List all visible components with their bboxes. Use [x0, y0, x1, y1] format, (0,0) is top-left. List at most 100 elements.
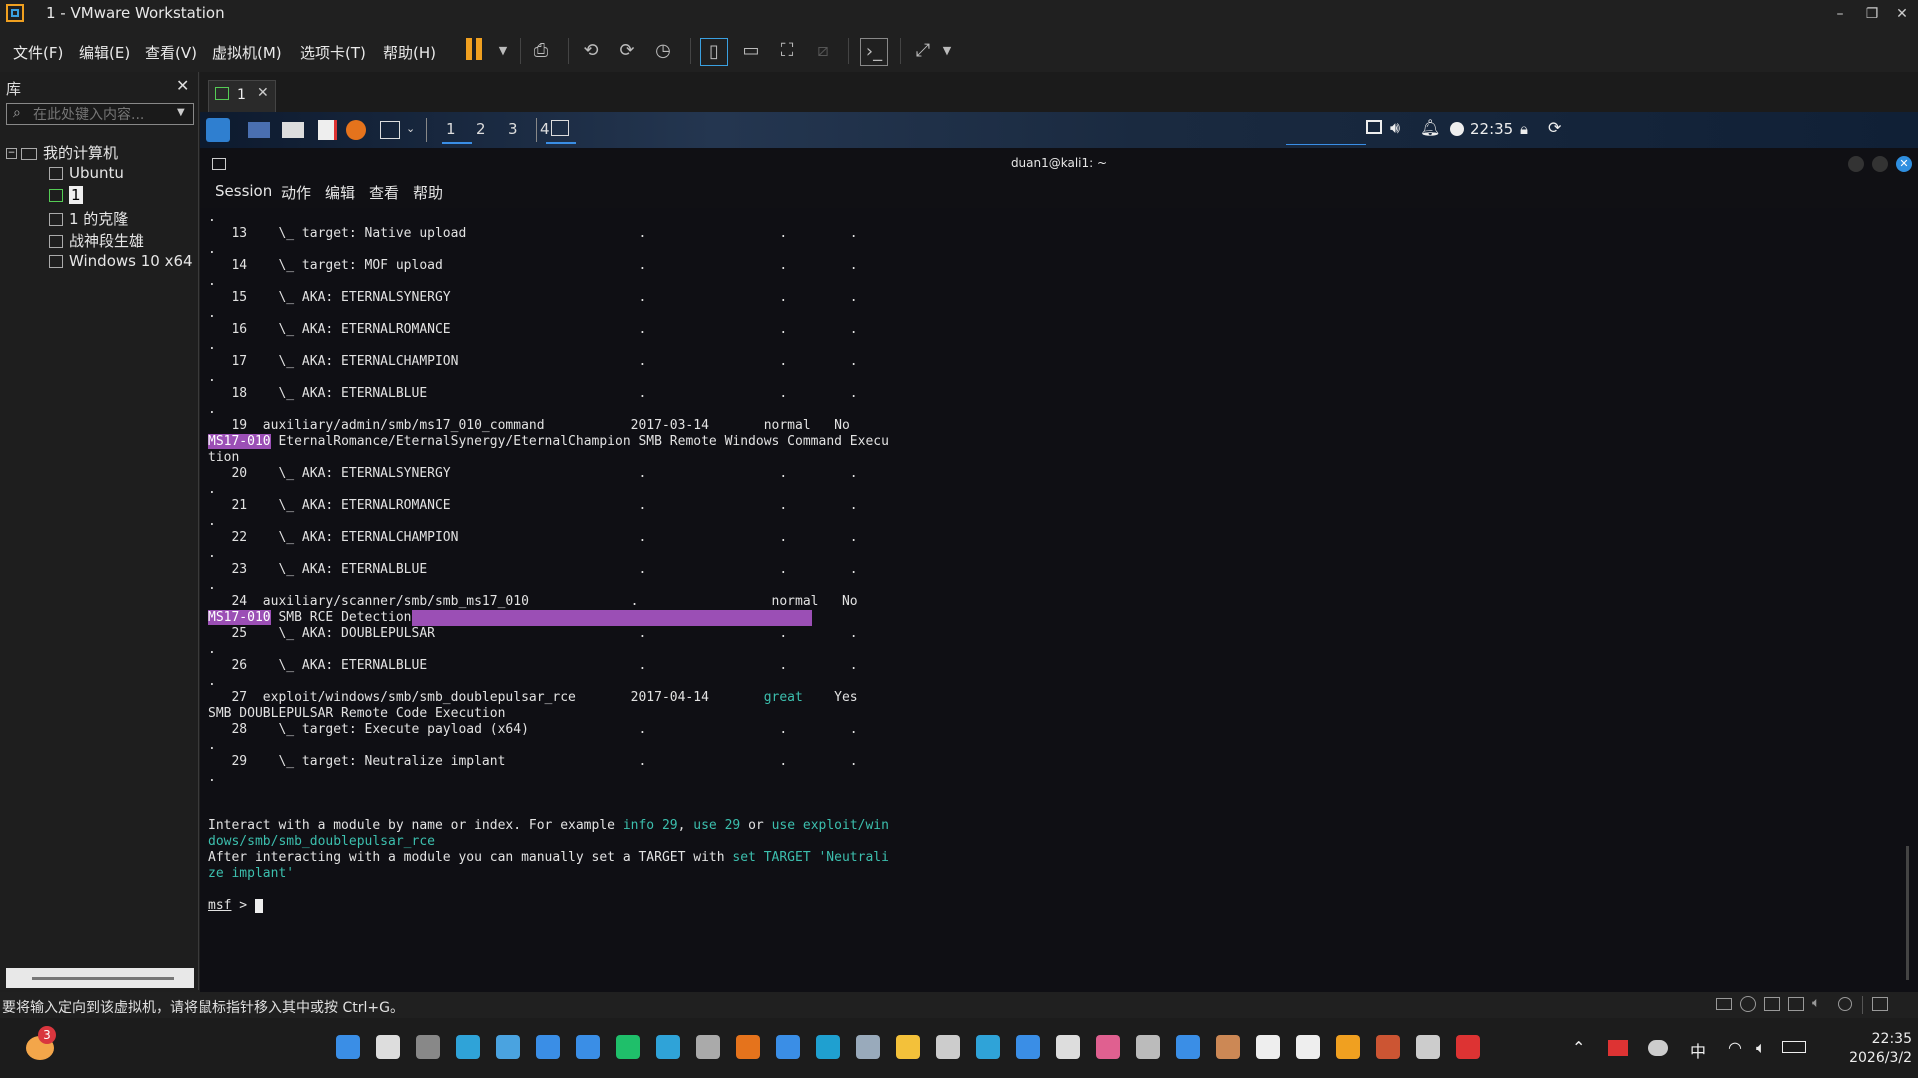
close-tab-icon[interactable]: ✕ — [257, 85, 269, 101]
tree-item-clone[interactable]: 1 的克隆 — [49, 208, 128, 229]
logout-icon[interactable]: ⟳ — [1548, 118, 1561, 137]
taskbar-app-icon[interactable] — [776, 1035, 800, 1059]
taskbar-app-icon[interactable] — [1336, 1035, 1360, 1059]
workspace-3[interactable]: 3 — [508, 120, 518, 138]
restore-button[interactable]: ❐ — [1858, 2, 1886, 26]
printer-status-icon[interactable] — [1788, 997, 1804, 1011]
menu-help[interactable]: 帮助(H) — [383, 42, 436, 63]
taskbar-app-icon[interactable] — [616, 1035, 640, 1059]
taskbar-app-icon[interactable] — [576, 1035, 600, 1059]
taskbar-clock[interactable]: 22:35 2026/3/2 — [1820, 1030, 1912, 1068]
menu-file[interactable]: 文件(F) — [13, 42, 63, 63]
display-icon[interactable] — [1366, 120, 1382, 134]
terminal-close-button[interactable]: ✕ — [1896, 156, 1912, 172]
stretch-guest-icon[interactable]: ⤢ — [910, 38, 936, 64]
collapse-icon[interactable]: − — [6, 148, 17, 159]
close-library-icon[interactable]: ✕ — [176, 76, 189, 95]
workspace-1[interactable]: 1 — [446, 120, 456, 138]
taskbar-app-icon[interactable] — [1376, 1035, 1400, 1059]
menu-vm[interactable]: 虚拟机(M) — [212, 42, 282, 63]
taskbar-app-icon[interactable] — [896, 1035, 920, 1059]
snapshot-manager-icon[interactable]: ◷ — [650, 38, 676, 64]
taskbar-app-icon[interactable] — [1016, 1035, 1040, 1059]
chevron-down-icon[interactable]: ▼ — [177, 107, 185, 118]
terminal-scrollbar[interactable] — [1906, 846, 1909, 980]
workspace-4[interactable]: 4 — [540, 120, 550, 138]
message-log-icon[interactable] — [1872, 997, 1888, 1011]
revert-snapshot-icon[interactable]: ⟳ — [614, 38, 640, 64]
wifi-icon[interactable]: ◠ — [1728, 1038, 1742, 1057]
cdrom-status-icon[interactable] — [1740, 996, 1756, 1012]
chevron-down-icon[interactable]: ⌄ — [406, 122, 415, 135]
workspace-2[interactable]: 2 — [476, 120, 486, 138]
vm-tab[interactable]: 1 ✕ — [208, 80, 276, 112]
taskbar-terminal-button[interactable] — [546, 116, 576, 144]
onedrive-icon[interactable] — [1648, 1040, 1668, 1056]
fullscreen-icon[interactable]: ⛶ — [774, 38, 800, 64]
terminal-menu-view[interactable]: 查看 — [369, 182, 399, 203]
usb-status-icon[interactable] — [1838, 997, 1852, 1011]
volume-icon[interactable]: 🔊︎ — [1390, 118, 1400, 138]
taskbar-app-icon[interactable] — [976, 1035, 1000, 1059]
taskbar-app-icon[interactable] — [1216, 1035, 1240, 1059]
console-view-icon[interactable]: ›_ — [860, 38, 888, 66]
lock-icon[interactable]: 🔒︎ — [1520, 120, 1528, 138]
show-desktop-icon[interactable] — [248, 122, 270, 138]
taskbar-app-icon[interactable] — [496, 1035, 520, 1059]
kali-clock[interactable]: 22:35 — [1470, 120, 1513, 138]
close-button[interactable]: ✕ — [1888, 2, 1916, 26]
terminal-minimize-button[interactable] — [1848, 156, 1864, 172]
taskbar-app-icon[interactable] — [1056, 1035, 1080, 1059]
tree-item-zhanshen[interactable]: 战神段生雄 — [49, 230, 144, 251]
file-manager-icon[interactable] — [282, 122, 304, 138]
text-editor-icon[interactable] — [318, 120, 337, 140]
taskbar-app-icon[interactable] — [376, 1035, 400, 1059]
power-status-icon[interactable] — [1450, 122, 1464, 136]
library-search-box[interactable]: ⌕ ▼ — [6, 103, 194, 125]
pause-icon-bar[interactable] — [476, 38, 482, 60]
library-search-input[interactable] — [31, 105, 175, 125]
taskbar-app-icon[interactable] — [1456, 1035, 1480, 1059]
hdd-status-icon[interactable] — [1716, 998, 1732, 1010]
minimize-button[interactable]: – — [1826, 2, 1854, 26]
terminal-menu-session[interactable]: Session — [215, 182, 272, 200]
speaker-icon[interactable]: 🔈︎ — [1756, 1038, 1766, 1058]
taskbar-app-icon[interactable] — [736, 1035, 760, 1059]
taskbar-app-icon[interactable] — [1416, 1035, 1440, 1059]
menu-view[interactable]: 查看(V) — [145, 42, 197, 63]
notification-bell-icon[interactable]: 🔔︎ — [1420, 118, 1440, 137]
sound-status-icon[interactable]: 🔈︎ — [1812, 995, 1820, 1011]
menu-edit[interactable]: 编辑(E) — [79, 42, 130, 63]
show-library-icon[interactable]: ▯ — [700, 38, 728, 66]
unity-icon[interactable]: ⧄ — [810, 38, 836, 64]
firefox-icon[interactable] — [346, 120, 366, 140]
taskbar-app-icon[interactable] — [336, 1035, 360, 1059]
taskbar-app-icon[interactable] — [456, 1035, 480, 1059]
tree-root-my-computer[interactable]: − 我的计算机 — [6, 142, 118, 163]
network-status-icon[interactable] — [1764, 997, 1780, 1011]
terminal-menu-edit[interactable]: 编辑 — [325, 182, 355, 203]
tray-overflow-icon[interactable]: ⌃ — [1572, 1038, 1585, 1057]
terminal-menu-help[interactable]: 帮助 — [413, 182, 443, 203]
library-horizontal-scrollbar[interactable] — [6, 968, 194, 988]
taskbar-app-icon[interactable] — [1256, 1035, 1280, 1059]
taskbar-app-icon[interactable] — [1096, 1035, 1120, 1059]
terminal-launcher-icon[interactable] — [380, 121, 400, 139]
pause-icon[interactable] — [466, 38, 472, 60]
terminal-menu-actions[interactable]: 动作 — [281, 182, 311, 203]
taskbar-app-icon[interactable] — [416, 1035, 440, 1059]
tree-item-1[interactable]: 1 — [49, 186, 83, 204]
power-dropdown-icon[interactable]: ▼ — [490, 38, 516, 64]
taskbar-app-icon[interactable] — [656, 1035, 680, 1059]
thumbnail-bar-icon[interactable]: ▭ — [738, 38, 764, 64]
taskbar-app-icon[interactable] — [1136, 1035, 1160, 1059]
taskbar-app-icon[interactable] — [856, 1035, 880, 1059]
taskbar-app-icon[interactable] — [1176, 1035, 1200, 1059]
tree-item-windows10[interactable]: Windows 10 x64 — [49, 252, 193, 270]
send-keys-icon[interactable]: ⎙ — [528, 38, 554, 64]
taskbar-app-icon[interactable] — [936, 1035, 960, 1059]
stretch-dropdown-icon[interactable]: ▼ — [934, 38, 960, 64]
terminal-maximize-button[interactable] — [1872, 156, 1888, 172]
taskbar-app-icon[interactable] — [536, 1035, 560, 1059]
snapshot-icon[interactable]: ⟲ — [578, 38, 604, 64]
